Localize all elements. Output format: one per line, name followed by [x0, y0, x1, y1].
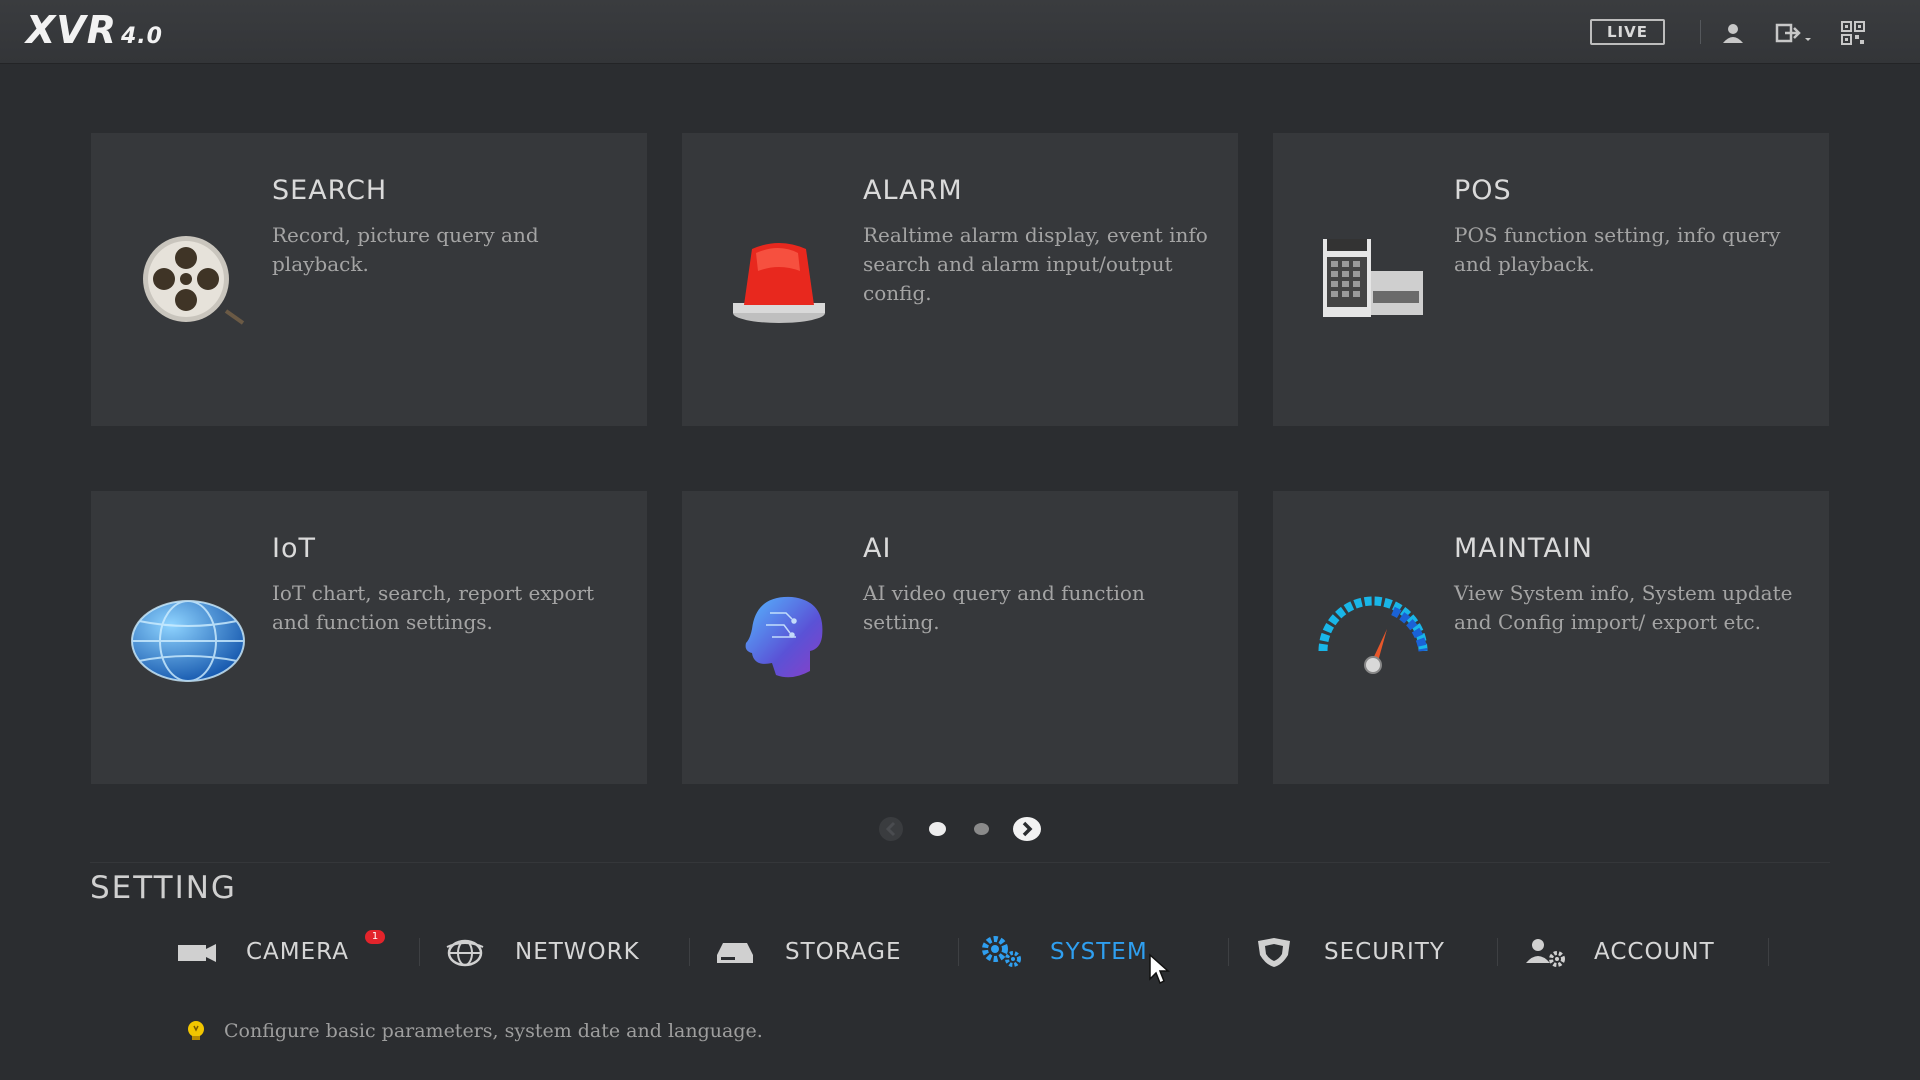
network-globe-icon [446, 939, 484, 967]
tile-title: POS [1454, 175, 1512, 206]
tile-pos[interactable]: POS POS function setting, info query and… [1273, 133, 1829, 426]
lightbulb-icon [188, 1021, 204, 1040]
tile-title: MAINTAIN [1454, 533, 1593, 564]
tile-description: POS function setting, info query and pla… [1454, 223, 1781, 276]
item-separator [958, 938, 959, 966]
item-separator [419, 938, 420, 966]
mouse-cursor-icon [1149, 953, 1170, 985]
setting-item-system[interactable]: SYSTEM [980, 932, 1148, 972]
notification-badge: 1 [365, 930, 385, 944]
tile-title: SEARCH [272, 175, 388, 206]
logout-icon[interactable] [1775, 20, 1815, 46]
item-separator [1497, 938, 1498, 966]
tile-title: IoT [272, 533, 316, 564]
item-separator [1768, 938, 1769, 966]
globe-icon [131, 600, 245, 682]
tile-maintain[interactable]: MAINTAIN View System info, System update… [1273, 491, 1829, 784]
tile-description: Record, picture query and playback. [272, 223, 539, 276]
top-separator [1700, 20, 1701, 44]
hard-drive-icon [717, 943, 753, 963]
setting-item-label: SYSTEM [1050, 939, 1148, 965]
setting-divider [90, 862, 1830, 863]
item-separator [689, 938, 690, 966]
setting-item-label: CAMERA [246, 939, 349, 965]
tile-description: Realtime alarm display, event info searc… [863, 223, 1208, 305]
setting-item-account[interactable]: ACCOUNT [1524, 932, 1715, 972]
logo: XVR 4.0 [26, 8, 163, 52]
hint-bar: Configure basic parameters, system date … [186, 1020, 763, 1042]
hint-text: Configure basic parameters, system date … [224, 1020, 763, 1042]
logo-version: 4.0 [120, 24, 163, 49]
tile-title: AI [863, 533, 892, 564]
ai-brain-icon [745, 596, 823, 678]
gauge-icon [1318, 596, 1428, 674]
tile-description: IoT chart, search, report export and fun… [272, 581, 595, 634]
tile-ai[interactable]: AI AI video query and function setting. [682, 491, 1238, 784]
gears-icon [982, 936, 1021, 967]
setting-item-storage[interactable]: STORAGE [715, 932, 902, 972]
tile-title: ALARM [863, 175, 963, 206]
page-dot[interactable] [974, 823, 989, 835]
setting-item-network[interactable]: NETWORK [445, 932, 640, 972]
setting-item-label: NETWORK [515, 939, 640, 965]
logo-text: XVR [26, 8, 117, 52]
setting-item-camera[interactable]: CAMERA [176, 932, 349, 972]
setting-item-label: STORAGE [785, 939, 902, 965]
setting-title: SETTING [90, 870, 237, 906]
film-reel-icon [143, 236, 245, 325]
live-button[interactable]: LIVE [1590, 19, 1665, 45]
qr-code-icon[interactable] [1840, 20, 1866, 46]
next-page-icon[interactable] [1013, 816, 1041, 842]
camera-icon [178, 944, 216, 962]
tile-alarm[interactable]: ALARM Realtime alarm display, event info… [682, 133, 1238, 426]
cash-register-icon [1323, 239, 1423, 317]
setting-item-security[interactable]: SECURITY [1254, 932, 1445, 972]
tile-description: AI video query and function setting. [863, 581, 1145, 634]
tile-iot[interactable]: IoT IoT chart, search, report export and… [91, 491, 647, 784]
top-bar: XVR 4.0 LIVE [0, 0, 1920, 64]
shield-icon [1258, 938, 1290, 967]
page-dot-active[interactable] [929, 822, 946, 836]
user-icon[interactable] [1720, 20, 1746, 46]
tile-search[interactable]: SEARCH Record, picture query and playbac… [91, 133, 647, 426]
previous-page-icon[interactable] [878, 816, 904, 842]
item-separator [1228, 938, 1229, 966]
setting-item-label: ACCOUNT [1594, 939, 1715, 965]
account-gear-icon [1526, 939, 1565, 967]
setting-item-label: SECURITY [1324, 939, 1445, 965]
alarm-light-icon [733, 243, 825, 323]
tile-description: View System info, System update and Conf… [1454, 581, 1793, 634]
